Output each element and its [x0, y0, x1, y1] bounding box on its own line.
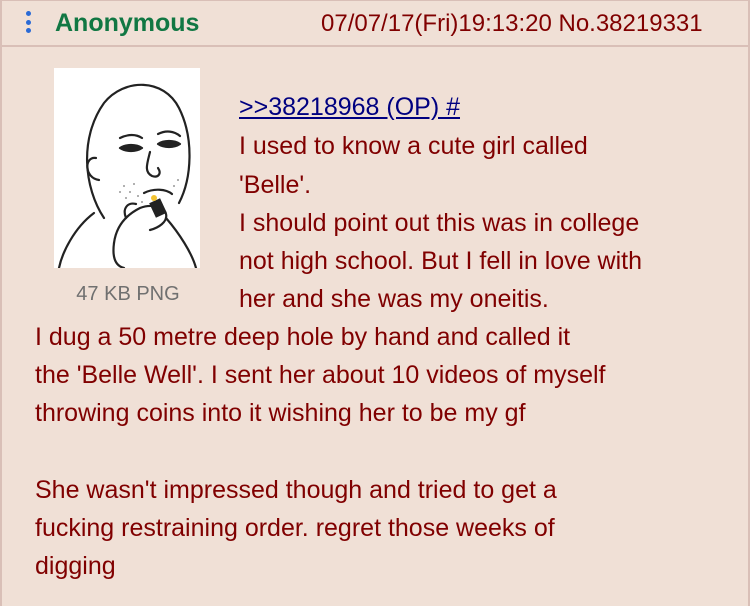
- post-image-thumbnail[interactable]: [54, 68, 200, 270]
- post-text-line: I dug a 50 metre deep hole by hand and c…: [35, 323, 571, 351]
- post-header: Anonymous 07/07/17(Fri)19:13:20 No.38219…: [2, 1, 748, 47]
- post-text-line: She wasn't impressed though and tried to…: [35, 476, 557, 504]
- wojak-face-icon: [57, 83, 198, 270]
- reply-post: Anonymous 07/07/17(Fri)19:13:20 No.38219…: [0, 0, 750, 606]
- post-menu-icon[interactable]: [26, 11, 32, 37]
- poster-name: Anonymous: [55, 9, 200, 37]
- quote-link-op[interactable]: >>38218968 (OP) #: [239, 93, 460, 122]
- post-text-line: the 'Belle Well'. I sent her about 10 vi…: [35, 361, 606, 389]
- post-meta: 07/07/17(Fri)19:13:20 No.38219331: [321, 10, 703, 38]
- post-text-line: throwing coins into it wishing her to be…: [35, 399, 526, 427]
- post-number[interactable]: No.38219331: [558, 10, 702, 37]
- file-size-label[interactable]: 47 KB PNG: [58, 283, 198, 306]
- post-text-line: 'Belle'.: [239, 171, 312, 199]
- post-text-line: not high school. But I fell in love with: [239, 247, 643, 275]
- post-text-line: her and she was my oneitis.: [239, 285, 549, 313]
- post-text-line: I should point out this was in college: [239, 209, 640, 237]
- post-text-line: digging: [35, 552, 116, 580]
- post-text-line: fucking restraining order. regret those …: [35, 514, 555, 542]
- post-date: 07/07/17(Fri)19:13:20: [321, 10, 552, 37]
- post-text-line: I used to know a cute girl called: [239, 132, 588, 160]
